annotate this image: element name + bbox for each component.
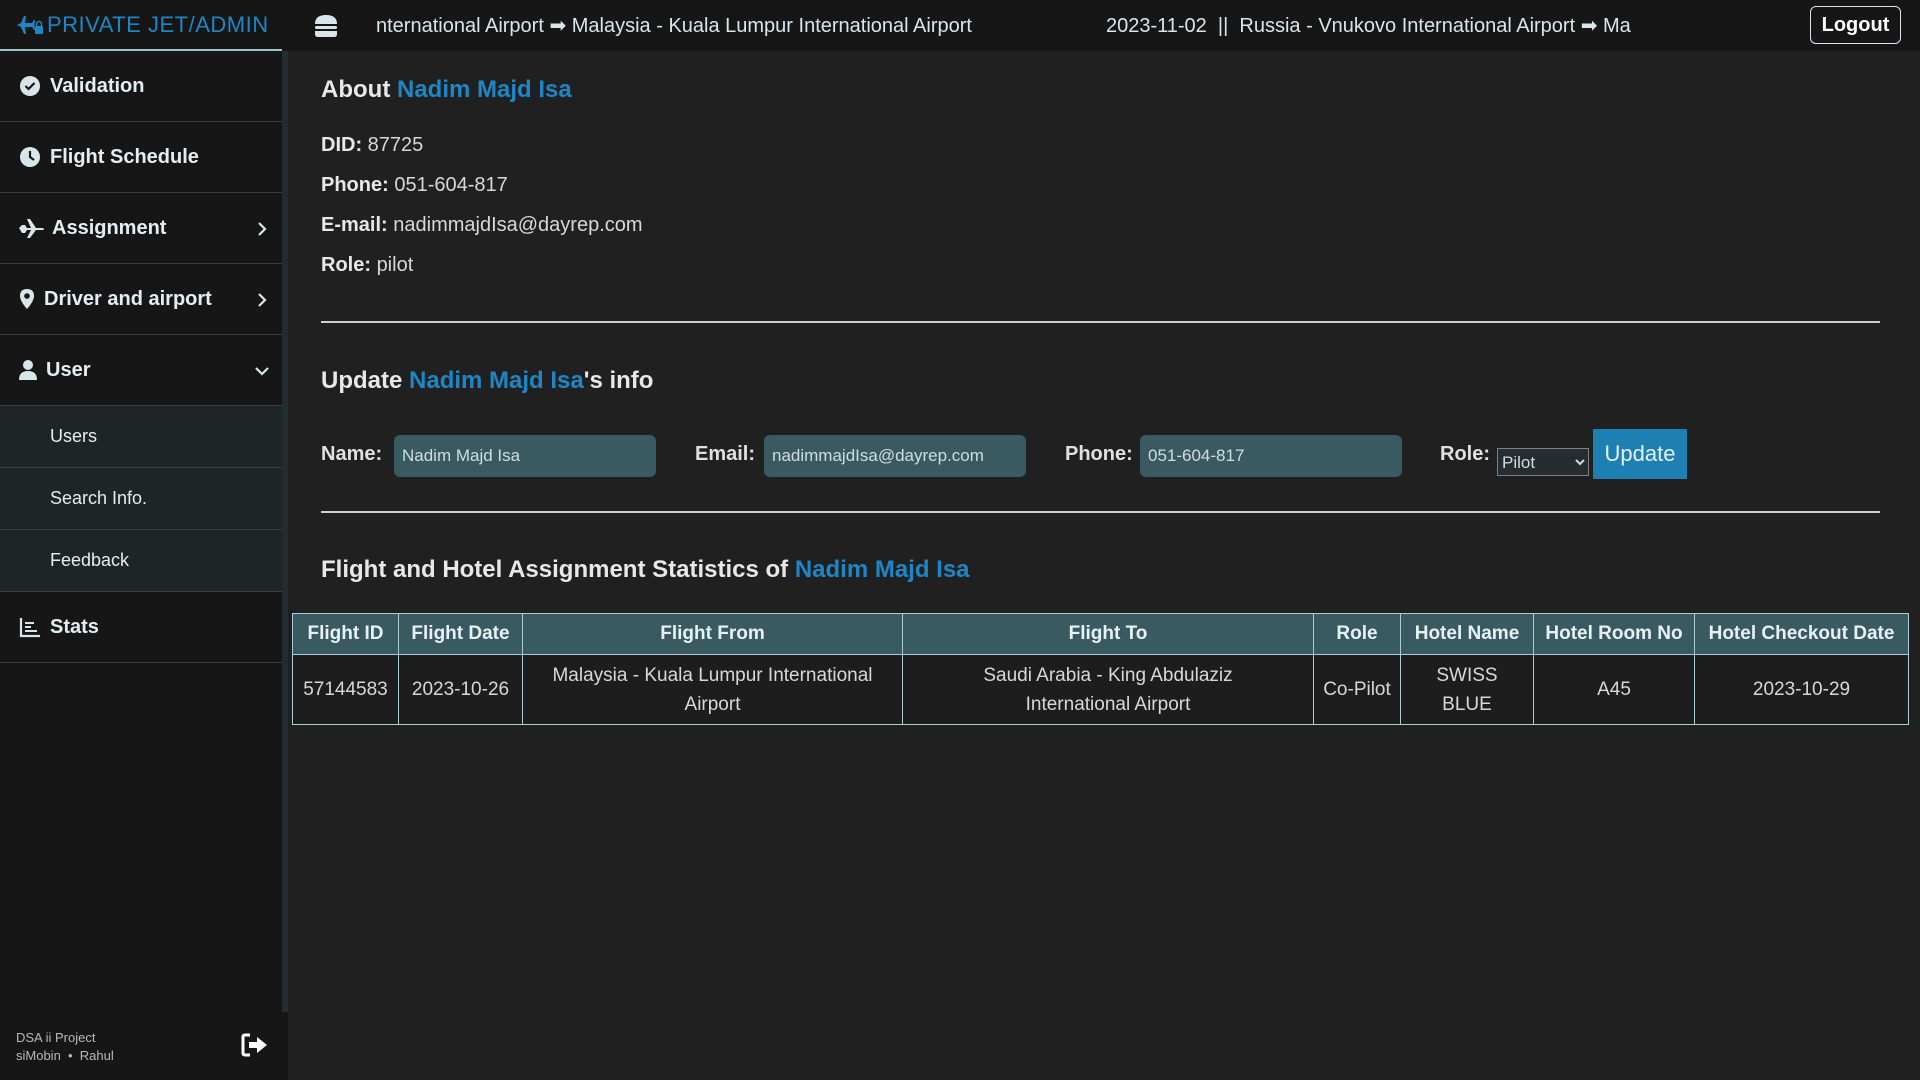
email-label: E-mail: (321, 214, 388, 236)
chevron-right-icon (254, 291, 270, 307)
phone-label: Phone: (1065, 443, 1133, 465)
top-bar: PRIVATE JET/ADMIN nternational Airport ➡… (0, 0, 1920, 51)
update-button[interactable]: Update (1593, 429, 1687, 479)
brand-logo[interactable]: PRIVATE JET/ADMIN (0, 0, 282, 51)
main-content: About Nadim Majd Isa DID: 87725 Phone: 0… (288, 51, 1920, 1080)
phone-label: Phone: (321, 174, 389, 196)
column-header: Flight From (522, 613, 903, 655)
sidebar-item-assignment[interactable]: Assignment (0, 193, 282, 264)
column-header: Hotel Name (1400, 613, 1534, 655)
role-value: pilot (376, 254, 414, 276)
cell-flight-to: Saudi Arabia - King Abdulaziz Internatio… (902, 654, 1314, 725)
did-label: DID: (321, 134, 363, 156)
sidebar-item-label: Driver and airport (44, 287, 212, 310)
email-input[interactable] (764, 435, 1026, 477)
did-value: 87725 (367, 134, 424, 156)
plane-icon (18, 216, 44, 240)
sidebar-item-label: Stats (50, 615, 99, 638)
column-header: Hotel Checkout Date (1694, 613, 1909, 655)
stats-heading-prefix: Flight and Hotel Assignment Statistics o… (321, 556, 795, 583)
flight-ticker: nternational Airport ➡ Malaysia - Kuala … (376, 0, 1776, 51)
stats-heading: Flight and Hotel Assignment Statistics o… (321, 556, 970, 584)
sidebar-item-user[interactable]: User (0, 335, 282, 406)
update-heading-suffix: 's info (583, 367, 654, 394)
footer-credits: DSA ii Project siMobin • Rahul (16, 1029, 114, 1065)
user-name: Nadim Majd Isa (396, 76, 572, 103)
email-value: nadimmajdIsa@dayrep.com (393, 214, 643, 236)
about-heading-prefix: About (321, 76, 397, 103)
clock-icon (18, 145, 42, 169)
burger-menu-icon[interactable] (313, 14, 339, 38)
sidebar-footer: DSA ii Project siMobin • Rahul (0, 1012, 288, 1080)
sidebar-item-stats[interactable]: Stats (0, 592, 282, 663)
ticker-segment: nternational Airport ➡ Malaysia - Kuala … (376, 15, 972, 37)
cell-role: Co-Pilot (1313, 654, 1401, 725)
about-heading: About Nadim Majd Isa (321, 76, 572, 104)
did-row: DID: 87725 (321, 134, 423, 157)
column-header: Role (1313, 613, 1401, 655)
brand-title: PRIVATE JET/ADMIN (47, 11, 269, 37)
update-heading: Update Nadim Majd Isa's info (321, 367, 653, 395)
footer-project: DSA ii Project (16, 1030, 96, 1045)
sidebar-subitem-search-info[interactable]: Search Info. (0, 468, 282, 530)
name-input[interactable] (394, 435, 656, 477)
role-row: Role: pilot (321, 254, 413, 277)
sidebar: Validation Flight Schedule Assignment Dr… (0, 51, 282, 1012)
update-form: Name: Email: Phone: Role: Pilot Update (321, 429, 1821, 479)
phone-input[interactable] (1140, 435, 1402, 477)
cell-flight-id: 57144583 (292, 654, 399, 725)
sidebar-subitem-feedback[interactable]: Feedback (0, 530, 282, 592)
sidebar-item-flight-schedule[interactable]: Flight Schedule (0, 122, 282, 193)
sidebar-item-label: User (46, 358, 91, 381)
check-circle-icon (18, 74, 42, 98)
ticker-segment: 2023-11-02 || Russia - Vnukovo Internati… (1105, 15, 1631, 37)
column-header: Hotel Room No (1533, 613, 1695, 655)
cell-checkout-date: 2023-10-29 (1694, 654, 1909, 725)
table-row: 57144583 2023-10-26 Malaysia - Kuala Lum… (292, 654, 1909, 725)
sidebar-item-label: Validation (50, 74, 145, 97)
sidebar-item-validation[interactable]: Validation (0, 51, 282, 122)
section-divider (321, 321, 1880, 323)
email-label: Email: (695, 443, 756, 465)
column-header: Flight To (902, 613, 1314, 655)
column-header: Flight Date (398, 613, 523, 655)
assignment-table: Flight ID Flight Date Flight From Flight… (292, 613, 1909, 725)
sidebar-item-label: Assignment (52, 216, 167, 239)
role-label: Role: (1440, 443, 1490, 465)
section-divider (321, 511, 1880, 513)
table-header-row: Flight ID Flight Date Flight From Flight… (292, 613, 1909, 655)
chevron-down-icon (254, 362, 270, 378)
sidebar-item-driver-and-airport[interactable]: Driver and airport (0, 264, 282, 335)
user-name: Nadim Majd Isa (794, 556, 970, 583)
column-header: Flight ID (292, 613, 399, 655)
update-heading-prefix: Update (321, 367, 410, 394)
user-icon (18, 358, 38, 382)
bar-chart-icon (18, 615, 42, 639)
chevron-right-icon (254, 220, 270, 236)
map-pin-icon (18, 287, 36, 311)
role-label: Role: (321, 254, 371, 276)
phone-value: 051-604-817 (394, 174, 508, 196)
sidebar-subitem-users[interactable]: Users (0, 406, 282, 468)
name-label: Name: (321, 443, 383, 465)
user-name: Nadim Majd Isa (409, 367, 584, 394)
footer-authors: siMobin • Rahul (16, 1048, 114, 1063)
email-row: E-mail: nadimmajdIsa@dayrep.com (321, 214, 643, 237)
cell-hotel-name: SWISS BLUE (1400, 654, 1534, 725)
sidebar-item-label: Flight Schedule (50, 145, 199, 168)
logout-button[interactable]: Logout (1810, 6, 1901, 44)
phone-row: Phone: 051-604-817 (321, 174, 508, 197)
sign-out-icon[interactable] (240, 1032, 270, 1062)
cell-flight-from: Malaysia - Kuala Lumpur International Ai… (522, 654, 903, 725)
plane-lock-icon (17, 15, 43, 34)
cell-flight-date: 2023-10-26 (398, 654, 523, 725)
role-select[interactable]: Pilot (1497, 448, 1589, 476)
cell-hotel-room: A45 (1533, 654, 1695, 725)
